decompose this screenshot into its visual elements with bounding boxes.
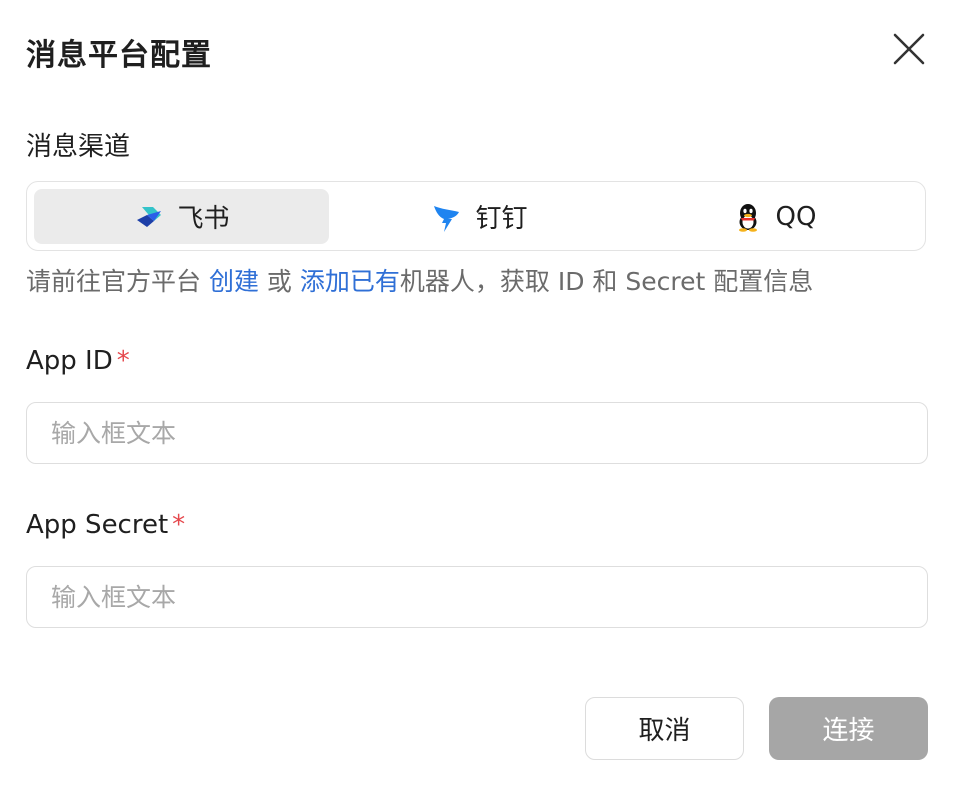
tab-dingtalk[interactable]: 钉钉: [332, 189, 627, 244]
close-icon[interactable]: [890, 30, 928, 68]
required-mark: *: [172, 510, 186, 540]
hint-prefix: 请前往官方平台: [26, 267, 209, 296]
tab-qq[interactable]: QQ: [629, 189, 919, 244]
connect-button[interactable]: 连接: [769, 697, 928, 760]
hint-suffix: 机器人，获取 ID 和 Secret 配置信息: [399, 267, 814, 296]
app-id-label-text: App ID: [26, 346, 113, 376]
dialog-title: 消息平台配置: [26, 38, 212, 73]
feishu-icon: [133, 201, 165, 233]
cancel-button[interactable]: 取消: [585, 697, 744, 760]
app-id-label: App ID *: [26, 346, 130, 376]
required-mark: *: [116, 346, 130, 376]
channel-selector: 飞书 钉钉 QQ: [26, 181, 926, 251]
tab-dingtalk-label: 钉钉: [475, 204, 528, 234]
dingtalk-icon: [431, 201, 463, 233]
help-text: 请前往官方平台 创建 或 添加已有机器人，获取 ID 和 Secret 配置信息: [26, 262, 813, 298]
app-secret-label: App Secret *: [26, 510, 185, 540]
app-secret-input[interactable]: [26, 566, 928, 628]
tab-qq-label: QQ: [775, 201, 817, 232]
hint-middle: 或: [258, 267, 300, 296]
tab-feishu-label: 飞书: [177, 204, 230, 234]
qq-icon: [732, 201, 764, 233]
add-existing-link[interactable]: 添加已有: [300, 267, 400, 296]
create-link[interactable]: 创建: [209, 267, 259, 296]
channel-label: 消息渠道: [26, 132, 131, 162]
app-secret-label-text: App Secret: [26, 510, 169, 540]
app-id-input[interactable]: [26, 402, 928, 464]
tab-feishu[interactable]: 飞书: [34, 189, 329, 244]
config-dialog: 消息平台配置 消息渠道 飞书 钉钉 QQ 请前往官方平台 创建 或 添加已有机器…: [0, 0, 956, 786]
